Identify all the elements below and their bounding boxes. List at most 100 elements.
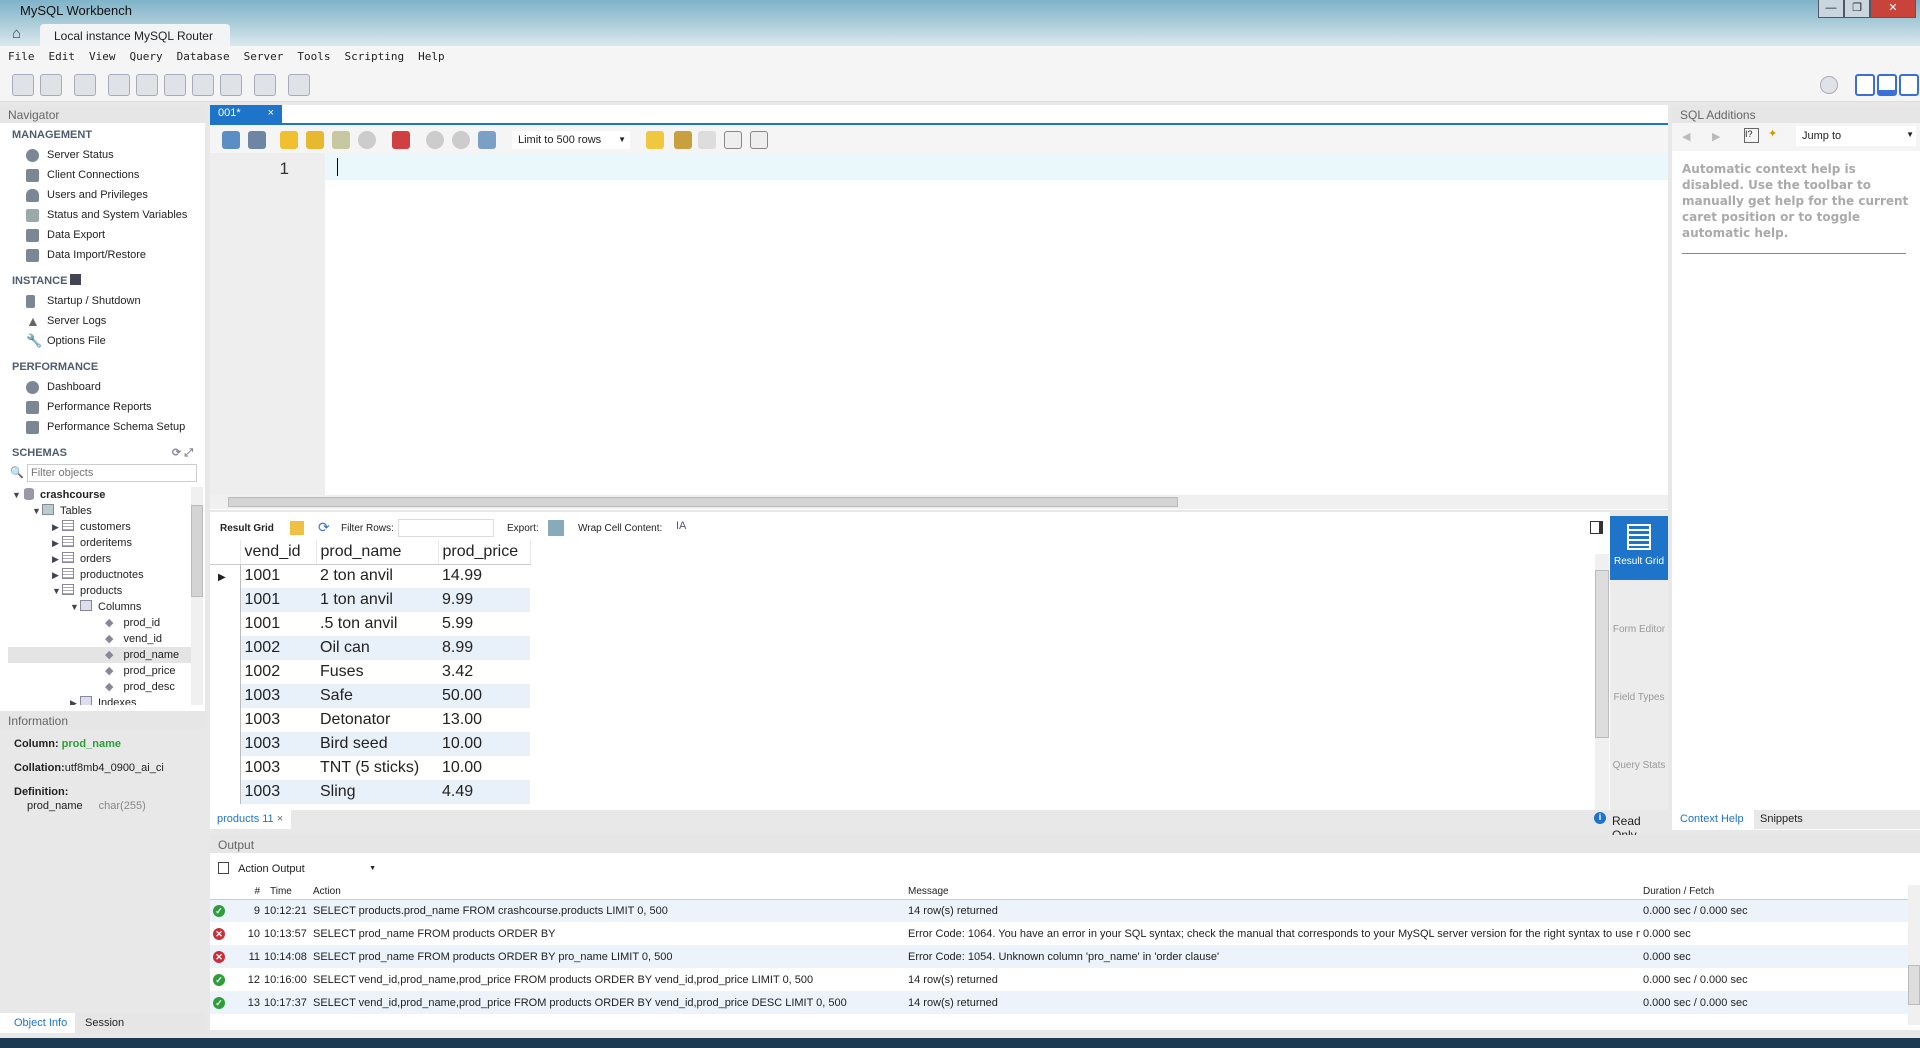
cell[interactable]: Safe — [316, 684, 438, 708]
nav-options-file[interactable]: 🔧 Options File — [0, 331, 205, 351]
cell[interactable]: 1003 — [240, 756, 316, 780]
table-orderitems[interactable]: ▶ orderitems — [0, 535, 205, 551]
restore-button[interactable]: ❐ — [1844, 0, 1870, 18]
schema-crashcourse[interactable]: ▼ crashcourse — [0, 487, 205, 503]
output-row[interactable]: ✓ 13 10:17:37 SELECT vend_id,prod_name,p… — [210, 991, 1910, 1014]
cell[interactable]: 4.49 — [438, 780, 530, 804]
nav-startup-shutdown[interactable]: Startup / Shutdown — [0, 291, 205, 311]
connection-tab[interactable]: Local instance MySQL Router × — [40, 24, 230, 57]
tables-folder[interactable]: ▼ Tables — [0, 503, 205, 519]
inspector-icon[interactable] — [74, 74, 96, 96]
table-products[interactable]: ▼ products — [0, 583, 205, 599]
nav-data-export[interactable]: Data Export — [0, 225, 205, 245]
add-snippet-icon[interactable] — [646, 131, 664, 149]
find-icon[interactable] — [698, 131, 716, 149]
cell[interactable]: 2 ton anvil — [316, 564, 438, 588]
menu-file[interactable]: File — [0, 46, 41, 63]
filter-objects-input[interactable] — [27, 464, 197, 482]
jump-to-select[interactable]: Jump to ▼ — [1796, 126, 1916, 146]
table-productnotes[interactable]: ▶ productnotes — [0, 567, 205, 583]
export-icon[interactable] — [548, 520, 564, 536]
nav-dashboard[interactable]: Dashboard — [0, 377, 205, 397]
cell[interactable]: 8.99 — [438, 636, 530, 660]
commit-icon[interactable] — [426, 131, 444, 149]
row-header[interactable] — [210, 612, 241, 636]
table-orders[interactable]: ▶ orders — [0, 551, 205, 567]
row-header[interactable] — [210, 780, 241, 804]
table-row[interactable]: 1001.5 ton anvil 5.99 — [210, 612, 530, 636]
rollback-icon[interactable] — [452, 131, 470, 149]
create-function-icon[interactable] — [220, 74, 242, 96]
toggle-panel-icon[interactable] — [1590, 521, 1603, 534]
cell[interactable]: 5.99 — [438, 612, 530, 636]
cell[interactable]: 1003 — [240, 780, 316, 804]
table-row[interactable]: 1003 Detonator 13.00 — [210, 708, 530, 732]
nav-performance-reports[interactable]: Performance Reports — [0, 397, 205, 417]
tab-context-help[interactable]: Context Help — [1672, 810, 1754, 829]
table-row[interactable]: 1003 TNT (5 sticks) 10.00 — [210, 756, 530, 780]
menu-server[interactable]: Server — [236, 46, 290, 63]
row-header[interactable] — [210, 684, 241, 708]
output-row[interactable]: ✕ 11 10:14:08 SELECT prod_name FROM prod… — [210, 945, 1910, 968]
table-row[interactable]: 1003 Bird seed 10.00 — [210, 732, 530, 756]
scroll-thumb[interactable] — [228, 497, 1178, 507]
cell[interactable]: 1003 — [240, 732, 316, 756]
create-table-icon[interactable] — [136, 74, 158, 96]
autocommit-icon[interactable] — [478, 131, 496, 149]
cell[interactable]: 10.00 — [438, 732, 530, 756]
sql-input[interactable] — [325, 153, 1668, 180]
row-header[interactable] — [210, 756, 241, 780]
columns-folder[interactable]: ▼ Columns — [0, 599, 205, 615]
col-header-prod-name[interactable]: prod_name — [316, 540, 439, 565]
table-customers[interactable]: ▶ customers — [0, 519, 205, 535]
scroll-thumb[interactable] — [1908, 965, 1920, 1005]
cell[interactable]: Sling — [316, 780, 438, 804]
open-sql-script-icon[interactable] — [40, 74, 62, 96]
nav-server-status[interactable]: Server Status — [0, 145, 205, 165]
menu-help[interactable]: Help — [410, 46, 451, 63]
cell[interactable]: Oil can — [316, 636, 438, 660]
result-tab-products[interactable]: products 11 × — [210, 810, 292, 829]
stop-icon[interactable] — [358, 131, 376, 149]
limit-rows-select[interactable]: Limit to 500 rows ▼ — [512, 131, 630, 149]
tab-object-info[interactable]: Object Info — [0, 1013, 76, 1033]
execute-icon[interactable] — [280, 131, 298, 149]
forward-icon[interactable]: ▶ — [1712, 130, 1720, 143]
column-vend-id[interactable]: ◆ vend_id — [0, 631, 205, 647]
tree-scrollbar[interactable] — [191, 487, 203, 705]
table-row[interactable]: ▶ 1001 2 ton anvil 14.99 — [210, 564, 530, 588]
nav-server-logs[interactable]: ▲ Server Logs — [0, 311, 205, 331]
cell[interactable]: 1003 — [240, 708, 316, 732]
create-procedure-icon[interactable] — [192, 74, 214, 96]
row-header[interactable] — [210, 588, 241, 612]
toggle-error-icon[interactable] — [392, 131, 410, 149]
column-prod-name[interactable]: ◆ prod_name — [8, 647, 193, 663]
nav-status-variables[interactable]: Status and System Variables — [0, 205, 205, 225]
col-header-vend-id[interactable]: vend_id — [240, 540, 317, 565]
cell[interactable]: Fuses — [316, 660, 438, 684]
menu-view[interactable]: View — [81, 46, 122, 63]
search-table-data-icon[interactable] — [254, 74, 276, 96]
toggle-sidebar-icon[interactable] — [1855, 74, 1875, 96]
menu-tools[interactable]: Tools — [289, 46, 336, 63]
save-icon[interactable] — [248, 131, 266, 149]
column-prod-id[interactable]: ◆ prod_id — [0, 615, 205, 631]
output-row[interactable]: ✕ 10 10:13:57 SELECT prod_name FROM prod… — [210, 922, 1910, 945]
menu-scripting[interactable]: Scripting — [336, 46, 410, 63]
cell[interactable]: 1002 — [240, 660, 316, 684]
form-editor-button[interactable]: Form Editor — [1610, 584, 1668, 648]
new-sql-tab-icon[interactable] — [12, 74, 34, 96]
cell[interactable]: 1001 — [240, 564, 316, 588]
invisible-chars-icon[interactable] — [724, 131, 742, 149]
auto-help-icon[interactable]: ✦ — [1768, 127, 1777, 140]
filter-rows-input[interactable] — [398, 519, 494, 537]
open-file-icon[interactable] — [222, 131, 240, 149]
cell[interactable]: 3.42 — [438, 660, 530, 684]
output-row[interactable]: ✓ 12 10:16:00 SELECT vend_id,prod_name,p… — [210, 968, 1910, 991]
cell[interactable]: 10.00 — [438, 756, 530, 780]
query-stats-button[interactable]: Query Stats — [1610, 720, 1668, 784]
action-output-select[interactable]: Action Output ▼ — [238, 863, 388, 875]
cell[interactable]: 13.00 — [438, 708, 530, 732]
col-header-prod-price[interactable]: prod_price — [438, 540, 531, 565]
reconnect-icon[interactable] — [288, 74, 310, 96]
